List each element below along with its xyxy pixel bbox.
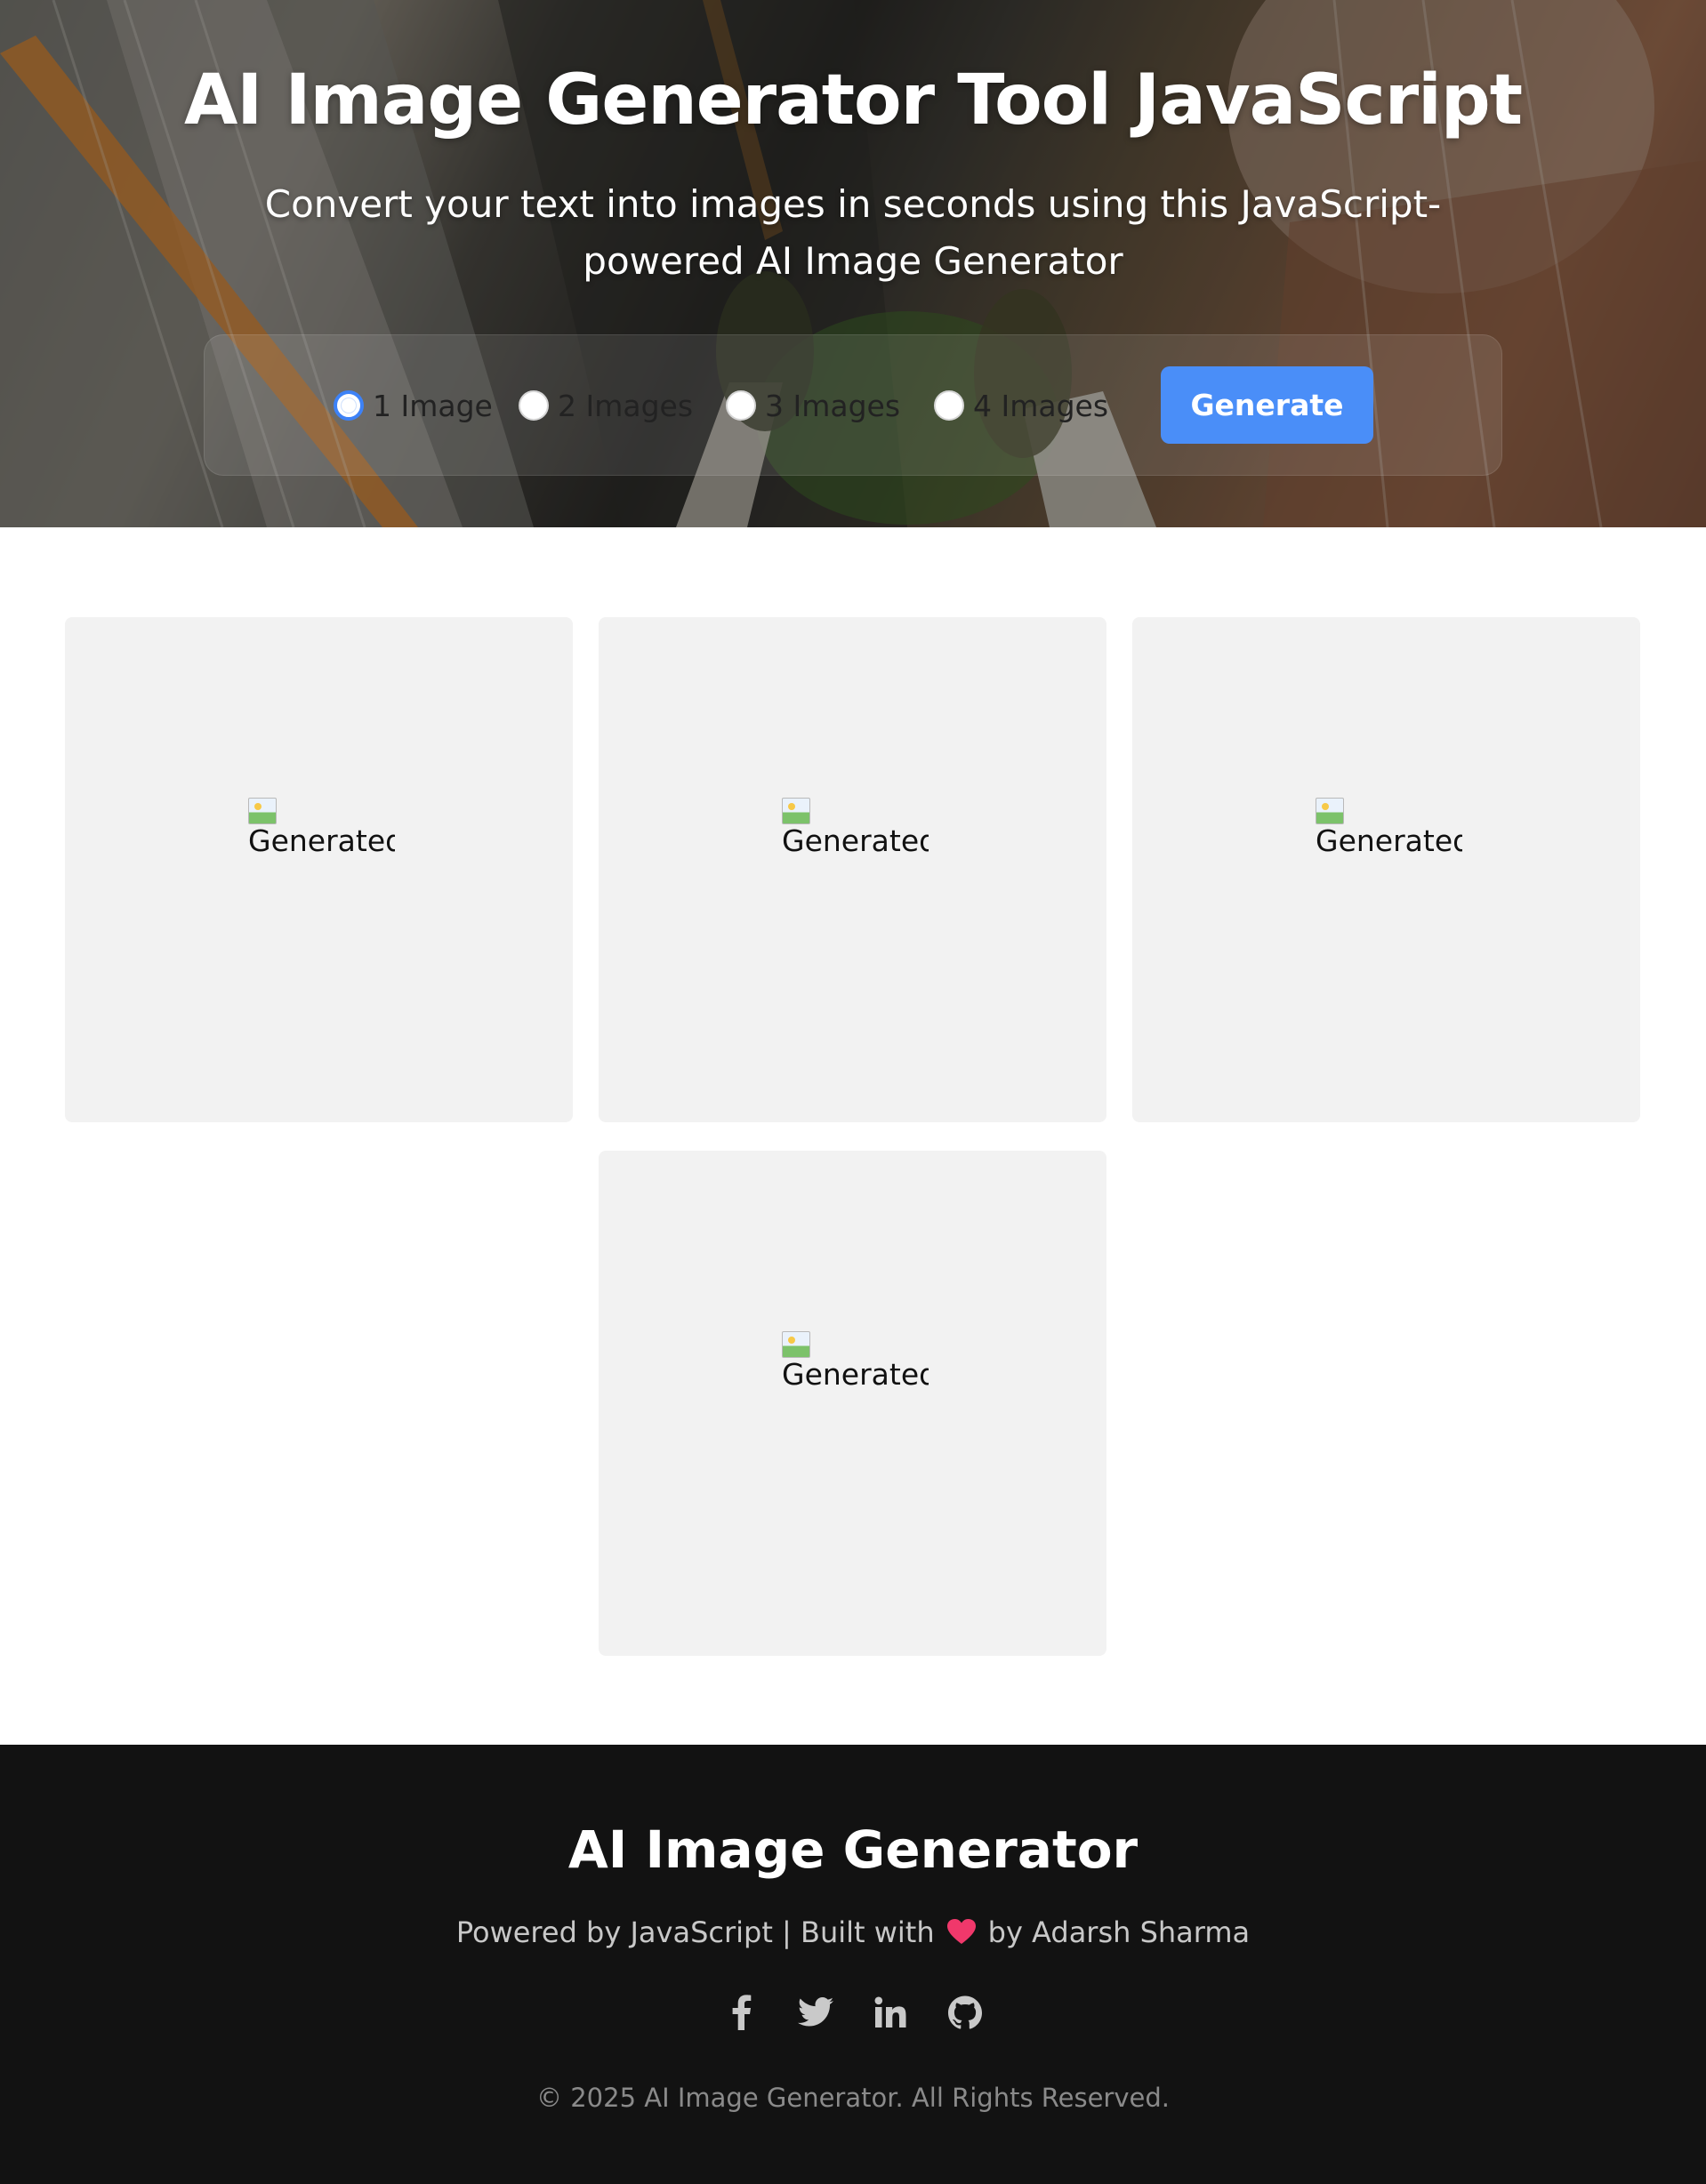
generated-image: Generated Image (248, 798, 395, 869)
radio-label: 1 Image (373, 388, 493, 423)
social-links (0, 1993, 1706, 2032)
broken-image-icon (1316, 798, 1344, 824)
radio-3-images[interactable]: 3 Images (726, 381, 900, 430)
image-alt-text: Generated Image (782, 823, 929, 858)
broken-image-icon (782, 1331, 810, 1358)
generate-button[interactable]: Generate (1161, 366, 1373, 444)
radio-label: 4 Images (973, 388, 1109, 423)
facebook-link[interactable] (723, 1993, 759, 2032)
twitter-link[interactable] (798, 1993, 833, 2032)
facebook-icon (732, 1995, 752, 2030)
heart-icon (946, 1919, 976, 1944)
image-card[interactable]: Generated Image (1132, 617, 1640, 1122)
page-title: AI Image Generator Tool JavaScript (183, 60, 1523, 141)
generated-image: Generated Image (782, 1331, 929, 1402)
image-card[interactable]: Generated Image (65, 617, 573, 1122)
radio-1-image[interactable]: 1 Image (334, 381, 493, 430)
twitter-icon (798, 1997, 833, 2027)
image-alt-text: Generated Image (1316, 823, 1462, 858)
linkedin-link[interactable] (873, 1993, 908, 2032)
footer-title: AI Image Generator (567, 1819, 1139, 1880)
generated-image: Generated Image (782, 798, 929, 869)
radio-button[interactable] (934, 390, 964, 421)
hero-banner: AI Image Generator Tool JavaScript Conve… (0, 0, 1706, 527)
radio-button[interactable] (726, 390, 756, 421)
github-link[interactable] (947, 1993, 983, 2032)
page-subtitle: Convert your text into images in seconds… (264, 182, 1442, 283)
site-footer: AI Image Generator Powered by JavaScript… (0, 1745, 1706, 2184)
radio-2-images[interactable]: 2 Images (519, 381, 693, 430)
footer-powered-suffix: by Adarsh Sharma (987, 1915, 1251, 1949)
generated-image: Generated Image (1316, 798, 1462, 869)
broken-image-icon (782, 798, 810, 824)
footer-powered-prefix: Powered by JavaScript | Built with (455, 1915, 935, 1949)
image-alt-text: Generated Image (782, 1357, 929, 1392)
image-gallery: Generated Image Generated Image Generate… (0, 527, 1706, 1745)
broken-image-icon (248, 798, 277, 824)
radio-button-checked[interactable] (334, 390, 364, 421)
footer-credits: Powered by JavaScript | Built with by Ad… (0, 1915, 1706, 1949)
image-card[interactable]: Generated Image (599, 617, 1106, 1122)
radio-4-images[interactable]: 4 Images (934, 381, 1108, 430)
github-icon (948, 1995, 982, 2029)
image-card[interactable]: Generated Image (599, 1151, 1106, 1656)
radio-label: 3 Images (765, 388, 901, 423)
radio-label: 2 Images (558, 388, 694, 423)
radio-button[interactable] (519, 390, 549, 421)
linkedin-icon (874, 1996, 906, 2027)
footer-copyright: © 2025 AI Image Generator. All Rights Re… (536, 2083, 1170, 2113)
image-alt-text: Generated Image (248, 823, 395, 858)
